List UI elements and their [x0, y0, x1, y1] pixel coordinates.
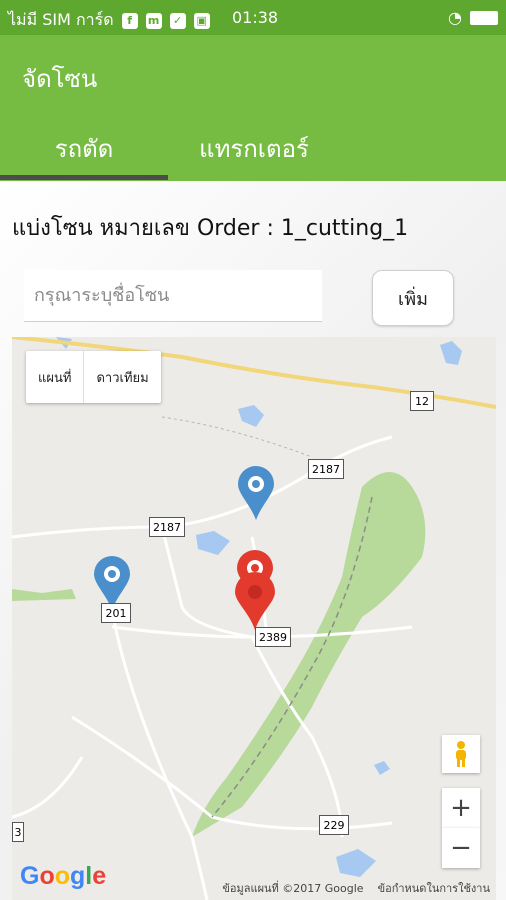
road-shield-2187-b: 2187: [149, 517, 185, 537]
tab-bar: รถตัด แทรกเตอร์: [0, 115, 506, 181]
road-shield-3: 3: [12, 822, 24, 842]
map-type-roadmap[interactable]: แผนที่: [26, 351, 83, 403]
map-attribution: ข้อมูลแผนที่ ©2017 Google ข้อกำหนดในการใ…: [222, 879, 490, 897]
google-logo: Google: [20, 862, 107, 890]
clock: 01:38: [232, 8, 279, 27]
map-type-control: แผนที่ ดาวเทียม: [26, 351, 161, 403]
facebook-icon: f: [121, 12, 138, 29]
zoom-in-button[interactable]: +: [442, 788, 480, 828]
location-marker-red-2: [235, 572, 275, 630]
app-bar: จัดโซน: [0, 35, 506, 115]
status-bar: ไม่มี SIM การ์ด f m ✓ ▣ 01:38 ◔: [0, 0, 506, 35]
check-icon: ✓: [169, 12, 186, 29]
location-marker-blue-2: [94, 556, 130, 610]
zoom-out-button[interactable]: −: [442, 828, 480, 868]
road-shield-12: 12: [410, 391, 434, 411]
wifi-icon: ◔: [448, 8, 462, 27]
location-marker-blue-1: [238, 466, 274, 520]
tab-indicator: [0, 175, 168, 180]
battery-icon: [470, 10, 498, 25]
carrier-text: ไม่มี SIM การ์ด: [8, 10, 114, 29]
terms-of-use-link[interactable]: ข้อกำหนดในการใช้งาน: [378, 879, 490, 897]
street-view-pegman-icon[interactable]: [442, 735, 480, 773]
road-shield-201: 201: [101, 603, 131, 623]
app-title: จัดโซน: [22, 65, 98, 93]
add-button[interactable]: เพิ่ม: [372, 270, 454, 326]
store-icon: ▣: [193, 12, 210, 29]
zone-name-input[interactable]: [24, 270, 322, 322]
map-canvas: [12, 337, 496, 900]
road-shield-229: 229: [319, 815, 349, 835]
road-shield-2187-a: 2187: [308, 459, 344, 479]
tab-tractor[interactable]: แทรกเตอร์: [168, 115, 340, 181]
road-shield-2389: 2389: [255, 627, 291, 647]
map-type-satellite[interactable]: ดาวเทียม: [84, 351, 160, 403]
map-view[interactable]: 12 2187 2187 201 2389 229 3 แผนที่ ดาวเท…: [12, 337, 496, 900]
page-heading: แบ่งโซน หมายเลข Order : 1_cutting_1: [12, 216, 409, 241]
tab-cutter[interactable]: รถตัด: [0, 115, 168, 181]
messenger-icon: m: [145, 12, 162, 29]
map-data-credit: ข้อมูลแผนที่ ©2017 Google: [222, 882, 364, 895]
